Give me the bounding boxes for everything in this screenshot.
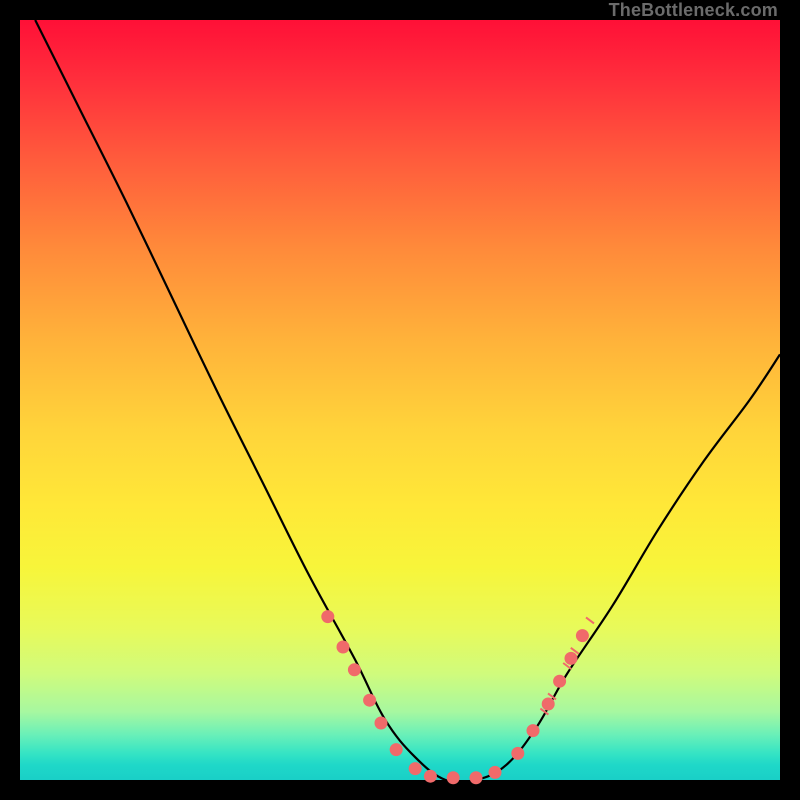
curve-marker [527,724,540,737]
curve-markers [321,610,589,784]
curve-marker [447,771,460,784]
curve-marker [409,762,422,775]
chart-frame: TheBottleneck.com [0,0,800,800]
curve-marker [511,747,524,760]
curve-marker [470,771,483,784]
bottleneck-curve [35,20,780,783]
chart-svg [20,20,780,780]
curve-marker [489,766,502,779]
curve-marker [542,698,555,711]
curve-marker [363,694,376,707]
curve-marker [337,641,350,654]
curve-marker [348,663,361,676]
curve-marker [375,717,388,730]
curve-marker [553,675,566,688]
hash-mark [586,617,594,623]
curve-marker [424,770,437,783]
curve-marker [321,610,334,623]
watermark-text: TheBottleneck.com [609,0,778,21]
plot-area [20,20,780,780]
curve-marker [390,743,403,756]
curve-marker [565,652,578,665]
curve-marker [576,629,589,642]
